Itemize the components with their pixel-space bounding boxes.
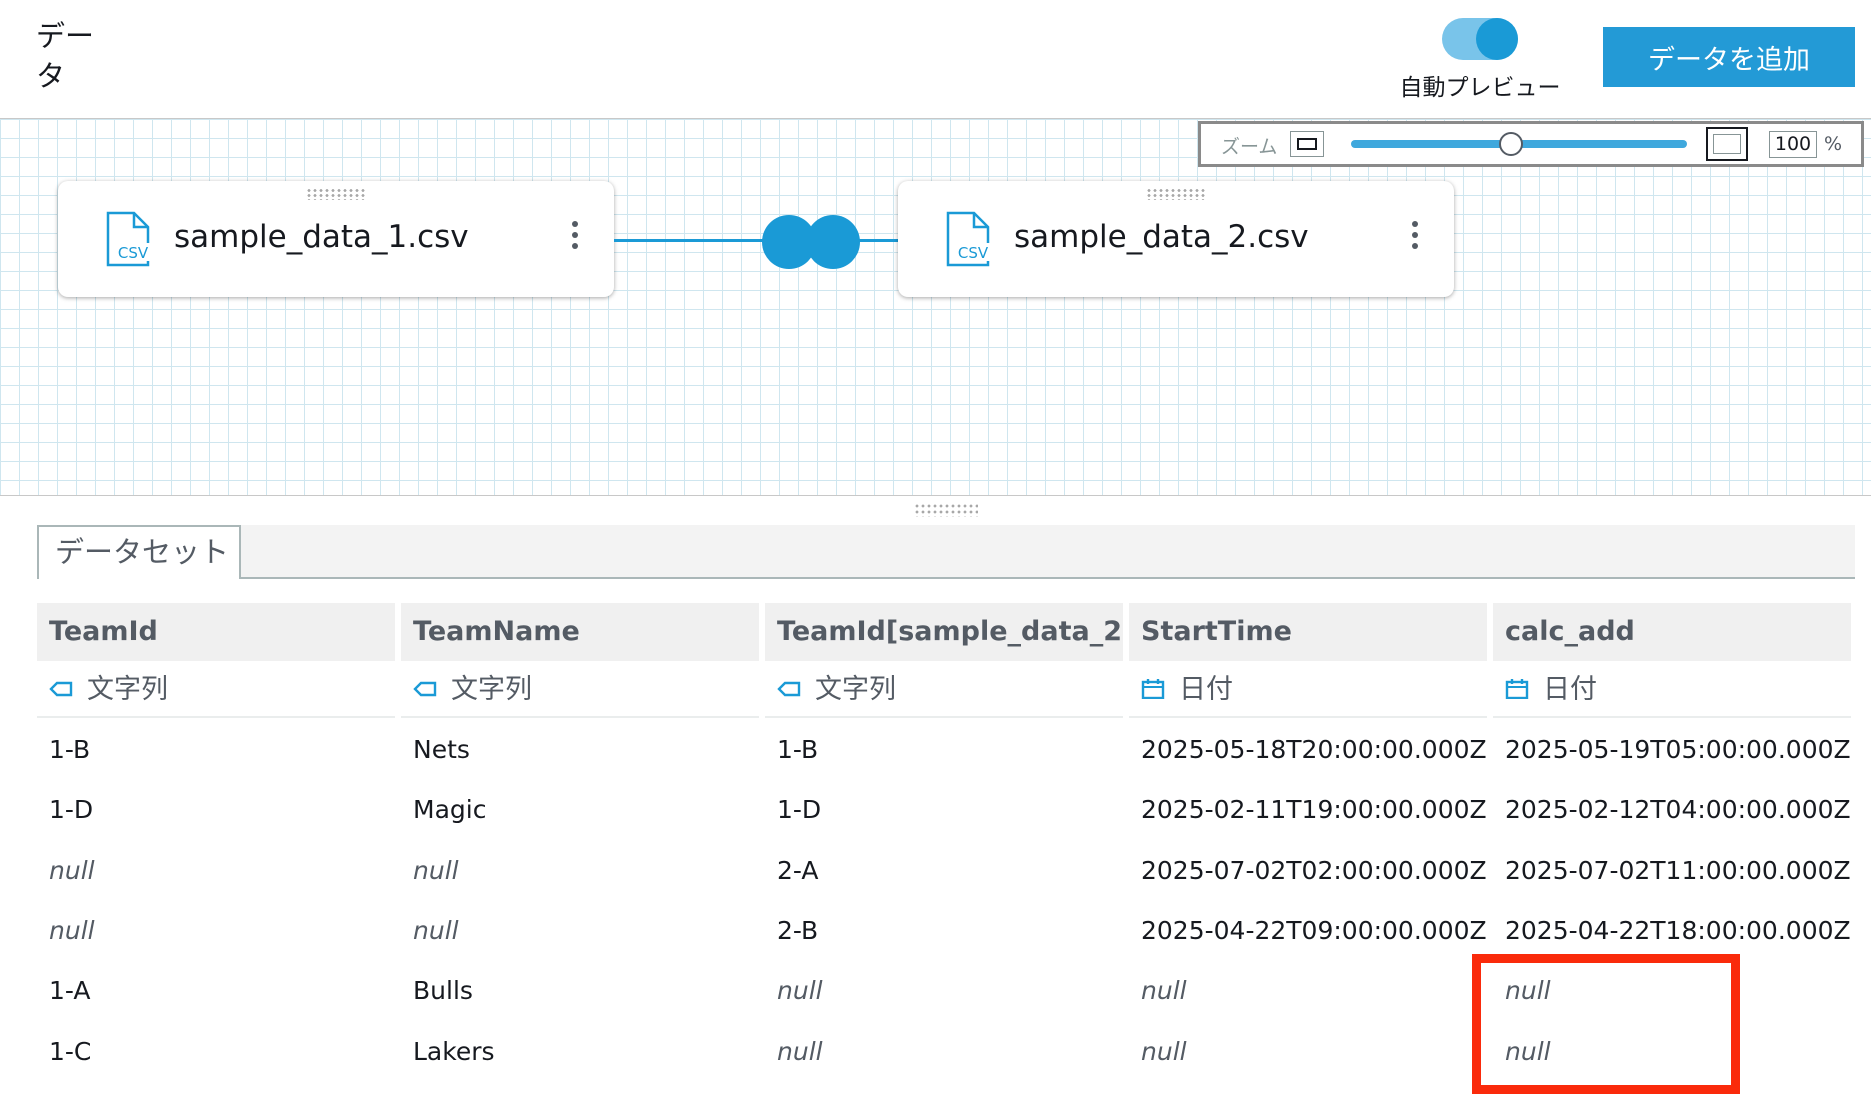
table-cell: Nets: [413, 735, 470, 764]
zoom-slider-thumb[interactable]: [1499, 132, 1523, 156]
auto-preview-label: 自動プレビュー: [1399, 75, 1561, 101]
zoom-toolbar: ズーム 100 %: [1198, 121, 1864, 167]
source-node-1[interactable]: CSV sample_data_1.csv: [58, 181, 614, 297]
table-cell: Bulls: [413, 976, 473, 1006]
panel-resize-handle[interactable]: [914, 503, 978, 517]
table-cell: null: [777, 976, 823, 1006]
calendar-icon: [1141, 678, 1165, 699]
drag-handle-icon[interactable]: [306, 188, 366, 200]
column-type-label: 日付: [1543, 674, 1597, 705]
table-cell: null: [49, 915, 95, 945]
column-type[interactable]: 文字列: [765, 661, 1123, 718]
table-cell: 2025-04-22T09:00:00.000Z: [1141, 915, 1487, 945]
csv-file-icon: CSV: [106, 211, 150, 267]
table-cell: null: [777, 1036, 823, 1066]
node-menu-icon[interactable]: [570, 221, 580, 255]
table-cell: 1-C: [49, 1036, 92, 1066]
column-header[interactable]: TeamId[sample_data_2...: [765, 603, 1123, 661]
string-tag-icon: [777, 681, 801, 696]
top-bar: データ 自動プレビュー データを追加: [0, 0, 1871, 118]
string-tag-icon: [49, 681, 73, 696]
source-node-name: sample_data_2.csv: [1014, 219, 1309, 255]
table-cell: 1-B: [777, 735, 819, 764]
toggle-knob: [1476, 18, 1518, 60]
auto-preview-toggle[interactable]: [1442, 18, 1518, 60]
table-cell: 2025-04-22T18:00:00.000Z: [1505, 915, 1851, 945]
data-prep-canvas[interactable]: ズーム 100 % CSV sample_data_1.csv CSV samp…: [0, 118, 1871, 496]
source-node-2[interactable]: CSV sample_data_2.csv: [898, 181, 1454, 297]
zoom-fit-icon[interactable]: [1706, 127, 1748, 161]
csv-file-icon: CSV: [946, 211, 990, 267]
column-header[interactable]: StartTime: [1129, 603, 1487, 661]
tab-dataset[interactable]: データセット: [37, 525, 241, 579]
table-cell: null: [1141, 976, 1187, 1006]
table-cell: 1-B: [49, 735, 91, 764]
table-cell: null: [1505, 1036, 1551, 1066]
table-cell: Magic: [413, 795, 487, 825]
column-header[interactable]: TeamId: [37, 603, 395, 661]
column-type-label: 文字列: [451, 674, 532, 705]
file-type-label: CSV: [958, 244, 989, 262]
column-type-label: 日付: [1179, 674, 1233, 705]
table-cell: null: [413, 855, 459, 885]
zoom-label: ズーム: [1221, 136, 1278, 158]
zoom-out-icon[interactable]: [1290, 131, 1324, 157]
file-type-label: CSV: [118, 244, 149, 262]
table-cell: 2025-05-18T20:00:00.000Z: [1141, 735, 1487, 764]
dataset-tab-bar: データセット: [37, 525, 1855, 579]
column-type[interactable]: 日付: [1129, 661, 1487, 718]
zoom-value-input[interactable]: 100: [1769, 131, 1817, 158]
drag-handle-icon[interactable]: [1146, 188, 1206, 200]
calendar-icon: [1505, 678, 1529, 699]
column-type-label: 文字列: [87, 674, 168, 705]
node-menu-icon[interactable]: [1410, 221, 1420, 255]
join-connector-left: [614, 239, 766, 242]
table-cell: 1-A: [49, 976, 91, 1006]
table-cell: 1-D: [49, 795, 94, 825]
join-icon[interactable]: [762, 213, 860, 271]
column-type[interactable]: 文字列: [37, 661, 395, 718]
auto-preview-control: 自動プレビュー: [1392, 18, 1568, 102]
table-cell: 2025-02-11T19:00:00.000Z: [1141, 795, 1487, 825]
table-cell: null: [1141, 1036, 1187, 1066]
zoom-unit: %: [1824, 133, 1843, 155]
table-cell: 2025-02-12T04:00:00.000Z: [1505, 795, 1851, 825]
string-tag-icon: [413, 681, 437, 696]
table-cell: 2025-07-02T02:00:00.000Z: [1141, 855, 1487, 885]
add-data-button[interactable]: データを追加: [1603, 27, 1855, 87]
page-title: データ: [36, 19, 95, 93]
column-type[interactable]: 日付: [1493, 661, 1851, 718]
table-cell: Lakers: [413, 1036, 495, 1066]
table-cell: null: [1505, 976, 1551, 1006]
table-cell: null: [49, 855, 95, 885]
join-connector-right: [858, 239, 900, 242]
table-cell: 2-B: [777, 915, 819, 945]
column-type[interactable]: 文字列: [401, 661, 759, 718]
table-cell: 2-A: [777, 855, 819, 885]
table-cell: 1-D: [777, 795, 822, 825]
table-cell: null: [413, 915, 459, 945]
column-header[interactable]: TeamName: [401, 603, 759, 661]
column-header[interactable]: calc_add: [1493, 603, 1851, 661]
source-node-name: sample_data_1.csv: [174, 219, 469, 255]
table-cell: 2025-05-19T05:00:00.000Z: [1505, 735, 1851, 764]
column-type-label: 文字列: [815, 674, 896, 705]
table-cell: 2025-07-02T11:00:00.000Z: [1505, 855, 1851, 885]
